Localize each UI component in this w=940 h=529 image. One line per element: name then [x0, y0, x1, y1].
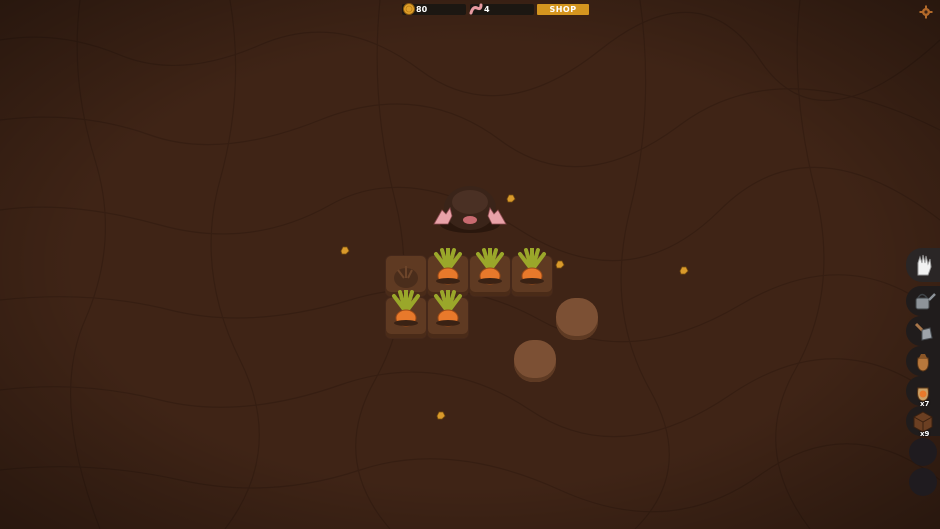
gold-nugget-icon[interactable] [555, 260, 565, 269]
tool-slot-glove[interactable] [906, 248, 940, 282]
slot-count: x9 [920, 430, 930, 438]
tool-slot-carrot-seeds[interactable]: x7 [906, 376, 940, 408]
coin-count: 80 [416, 5, 428, 14]
worm-icon [469, 3, 483, 15]
gold-nugget-icon[interactable] [679, 266, 689, 275]
tool-slot-shovel[interactable] [906, 316, 940, 346]
carrot-plant[interactable] [428, 248, 468, 288]
glove-icon [917, 254, 932, 276]
seed-bag-icon [917, 354, 929, 372]
gear-icon[interactable] [919, 5, 933, 19]
empty-tool-slot[interactable] [909, 438, 937, 466]
coin-icon [403, 3, 415, 15]
tool-slot-dirt-block[interactable]: x9 [906, 406, 940, 438]
tool-slot-seed-bag[interactable] [906, 346, 940, 376]
mole-character [433, 186, 507, 233]
dirt-mound[interactable] [556, 298, 598, 340]
gold-nugget-icon[interactable] [340, 246, 350, 255]
shop-button[interactable]: SHOP [537, 4, 589, 15]
watering-can-icon [915, 293, 936, 310]
carrot-plant[interactable] [512, 248, 552, 288]
worm-count: 4 [484, 5, 490, 14]
dirt-mound[interactable] [514, 340, 556, 382]
gold-nugget-icon[interactable] [506, 194, 516, 203]
carrot-plant[interactable] [386, 290, 426, 330]
carrot-plant[interactable] [428, 290, 468, 330]
carrot-plant[interactable] [470, 248, 510, 288]
empty-tool-slot[interactable] [909, 468, 937, 496]
gold-nugget-icon[interactable] [436, 411, 446, 420]
shovel-icon [914, 322, 933, 341]
tool-slot-watering-can[interactable] [906, 286, 940, 316]
